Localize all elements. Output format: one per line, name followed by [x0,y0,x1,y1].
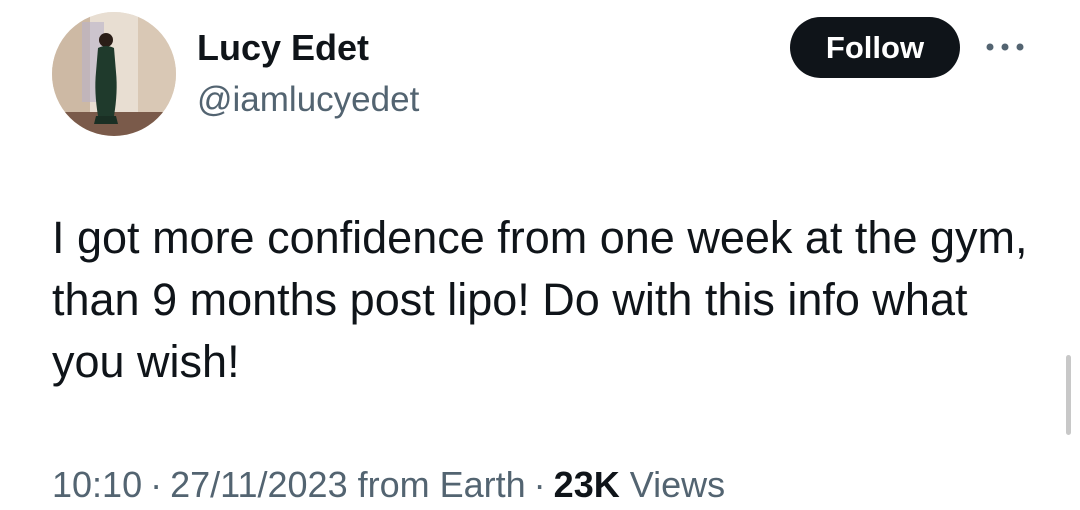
views-count[interactable]: 23K [554,464,620,505]
follow-button[interactable]: Follow [790,17,960,78]
more-horizontal-icon[interactable] [984,36,1026,58]
views-label[interactable]: Views [630,464,725,505]
meta-separator: · [533,464,546,505]
author-handle[interactable]: @iamlucyedet [197,78,419,122]
tweet-meta: 10:10 · 27/11/2023 from Earth · 23K Views [52,462,725,508]
tweet-date[interactable]: 27/11/2023 [170,464,348,505]
tweet-time[interactable]: 10:10 [52,464,142,505]
tweet-card: Lucy Edet @iamlucyedet Follow I got more… [0,0,1080,510]
scrollbar[interactable] [1066,355,1071,435]
author-name[interactable]: Lucy Edet [197,26,369,70]
tweet-text: I got more confidence from one week at t… [52,212,1028,387]
avatar[interactable] [52,12,176,136]
meta-separator: · [150,464,163,505]
tweet-source: from Earth [357,464,526,505]
